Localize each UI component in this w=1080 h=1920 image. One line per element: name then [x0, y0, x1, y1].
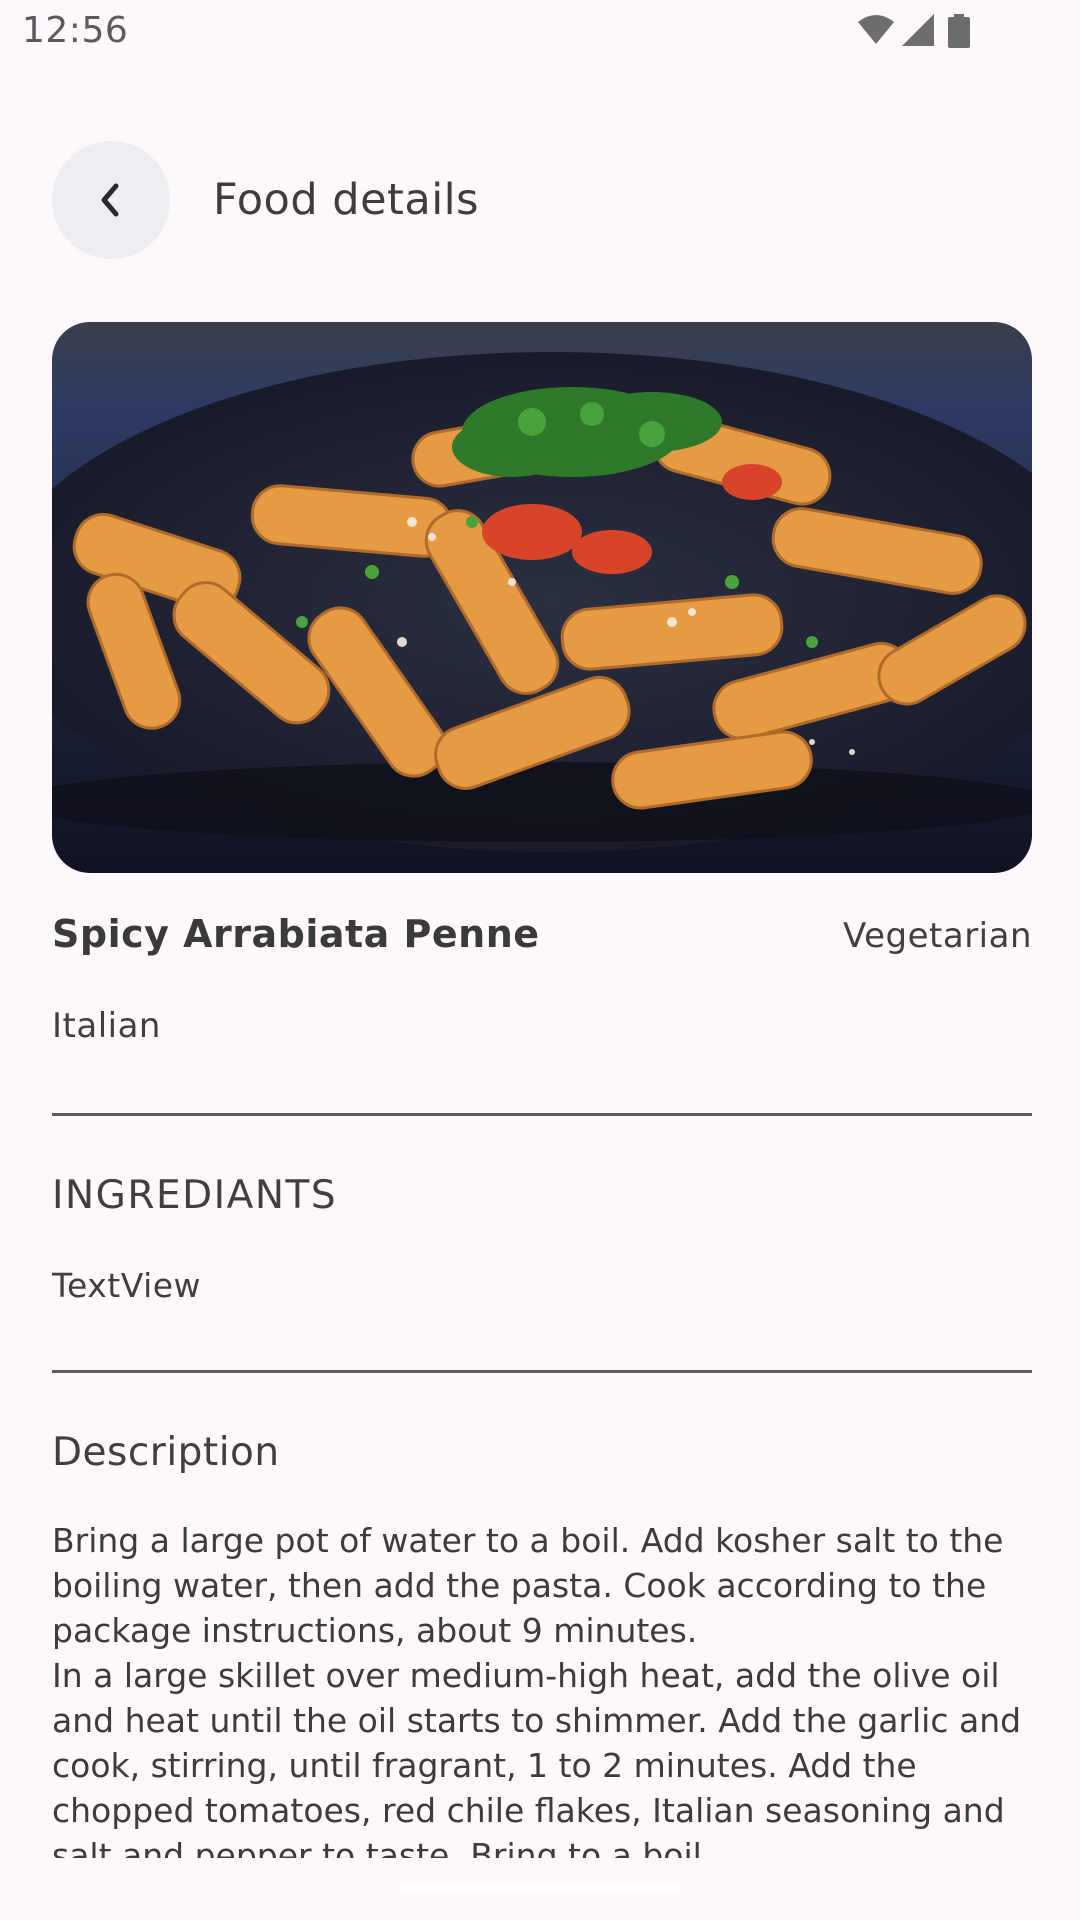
- ingredients-heading: INGREDIANTS: [52, 1173, 338, 1218]
- status-time: 12:56: [22, 10, 129, 51]
- food-name: Spicy Arrabiata Penne: [52, 912, 540, 956]
- description-heading: Description: [52, 1430, 280, 1475]
- description-text: Bring a large pot of water to a boil. Ad…: [52, 1521, 1022, 1858]
- food-category: Vegetarian: [842, 916, 1032, 956]
- ingredients-text: TextView: [52, 1266, 202, 1305]
- battery-icon: [948, 14, 970, 48]
- chevron-left-icon: [101, 183, 119, 217]
- food-area: Italian: [52, 1006, 161, 1046]
- food-image: [52, 322, 1032, 873]
- page-title: Food details: [213, 175, 480, 225]
- home-indicator[interactable]: [400, 1884, 680, 1892]
- status-bar: 12:56: [0, 0, 1080, 66]
- divider: [52, 1370, 1032, 1373]
- back-button[interactable]: [52, 141, 170, 259]
- status-icons: [858, 14, 1008, 50]
- wifi-icon: [858, 15, 894, 44]
- divider: [52, 1113, 1032, 1116]
- cellular-signal-icon: [902, 14, 934, 46]
